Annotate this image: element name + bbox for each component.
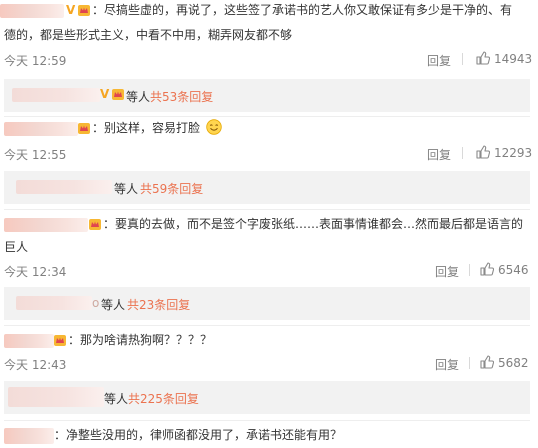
like-count: 5682 — [498, 356, 529, 370]
blurred-username[interactable] — [16, 296, 92, 310]
reply-summary[interactable]: 等人 共59条回复 — [4, 171, 530, 204]
reply-authors: 等人 — [101, 298, 126, 312]
comment-text-continued: 巨人 — [4, 240, 29, 254]
reply-button[interactable]: 回复 — [435, 356, 459, 373]
blurred-username[interactable] — [4, 218, 88, 232]
like-count: 14943 — [494, 52, 533, 66]
crown-badge-icon — [78, 5, 90, 16]
comment-text: ：那为啥请热狗啊？？？？ — [68, 333, 213, 347]
divider-bar — [469, 264, 470, 276]
divider-bar — [462, 147, 463, 159]
comment-divider — [4, 209, 530, 210]
blurred-username[interactable] — [16, 180, 112, 194]
thumbs-up-icon[interactable] — [480, 262, 494, 276]
reply-authors: 等人 — [114, 182, 139, 196]
reply-authors: 等人 — [126, 90, 151, 104]
reply-button[interactable]: 回复 — [427, 146, 451, 163]
comment-text: ：别这样，容易打脸 — [92, 118, 222, 139]
comment-divider — [4, 325, 530, 326]
comment-text: ：要真的去做，而不是签个字废张纸……表面事情谁都会…然而最后都是语言的 — [103, 217, 524, 231]
crown-badge-icon — [112, 89, 124, 100]
reply-authors: o — [92, 296, 100, 310]
crown-badge-icon — [78, 123, 90, 134]
reply-count-link[interactable]: 共53条回复 — [150, 88, 213, 105]
comment-text-continued: 德的，都是些形式主义，中看不中用，糊弄网友都不够 — [4, 28, 293, 42]
reply-summary[interactable]: V 等人 共53条回复 — [4, 79, 530, 112]
crown-badge-icon — [89, 219, 101, 230]
comment-timestamp: 今天 12:55 — [4, 148, 67, 162]
blurred-username[interactable] — [8, 387, 104, 407]
vip-v-icon: V — [66, 3, 76, 17]
reply-summary[interactable]: o 等人 共23条回复 — [4, 287, 530, 320]
like-count: 12293 — [494, 146, 533, 160]
thumbs-up-icon[interactable] — [476, 51, 490, 65]
reply-authors: 等人 — [104, 392, 129, 406]
comment-divider — [4, 116, 530, 117]
reply-summary[interactable]: 等人 共225条回复 — [4, 381, 530, 414]
blurred-username[interactable] — [0, 4, 64, 18]
reply-count-link[interactable]: 共225条回复 — [128, 390, 199, 407]
comment-timestamp: 今天 12:34 — [4, 265, 67, 279]
thumbs-up-icon[interactable] — [480, 355, 494, 369]
reply-count-link[interactable]: 共59条回复 — [140, 180, 203, 197]
blurred-username[interactable] — [12, 88, 100, 102]
thumbs-up-icon[interactable] — [476, 145, 490, 159]
comment-timestamp: 今天 12:59 — [4, 54, 67, 68]
comment-text: ：尽搞些虚的，再说了，这些签了承诺书的艺人你又敢保证有多少是干净的、有 — [92, 3, 513, 17]
blurred-username[interactable] — [4, 428, 54, 444]
smiley-emoji-icon — [206, 119, 222, 135]
reply-count-link[interactable]: 共23条回复 — [127, 296, 190, 313]
blurred-username[interactable] — [4, 334, 54, 348]
comment-timestamp: 今天 12:43 — [4, 358, 67, 372]
comment-divider — [4, 420, 530, 421]
reply-button[interactable]: 回复 — [435, 263, 459, 280]
comment-text: ：净整些没用的，律师函都没用了，承诺书还能有用？ — [54, 428, 343, 442]
crown-badge-icon — [54, 335, 66, 346]
divider-bar — [462, 53, 463, 65]
blurred-username[interactable] — [4, 122, 78, 136]
reply-button[interactable]: 回复 — [427, 52, 451, 69]
vip-v-icon: V — [100, 87, 110, 101]
like-count: 6546 — [498, 263, 529, 277]
divider-bar — [469, 357, 470, 369]
